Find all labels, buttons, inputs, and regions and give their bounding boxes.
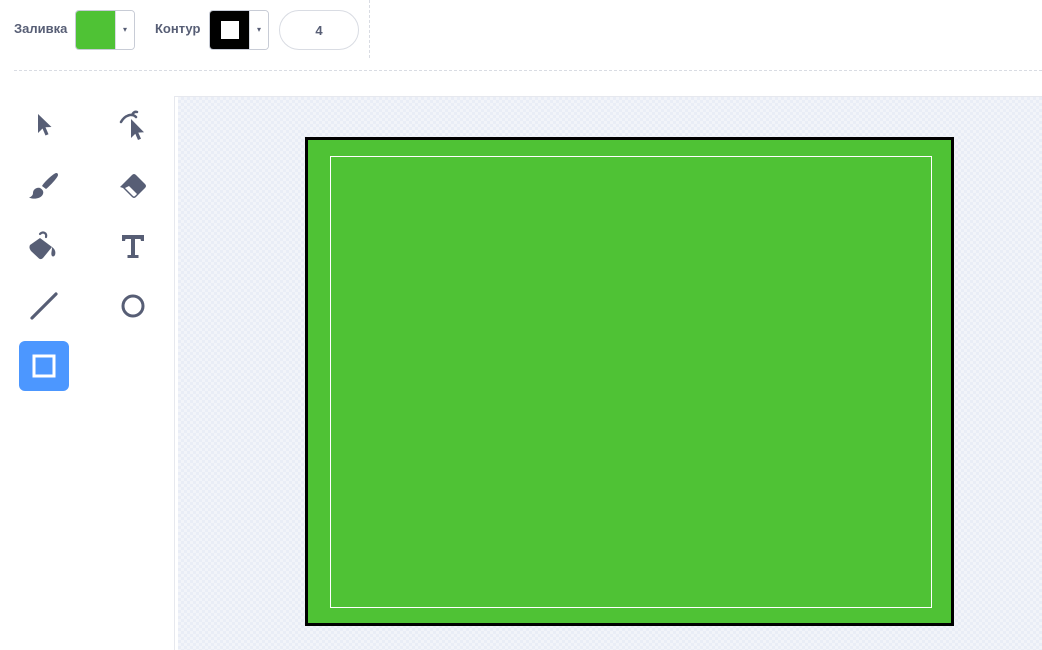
tool-eraser-button[interactable] (108, 161, 158, 211)
tool-brush-button[interactable] (19, 161, 69, 211)
toolbar-bottom-divider (14, 70, 1042, 71)
paint-bucket-icon (29, 231, 56, 260)
outline-dropdown-arrow-icon[interactable]: ▾ (249, 11, 268, 49)
outline-swatch-inner (221, 21, 239, 39)
rectangle-shape[interactable] (305, 137, 954, 626)
selection-guide-outline (330, 156, 932, 608)
fill-color-swatch[interactable] (76, 11, 115, 49)
tool-text-button[interactable] (108, 221, 158, 271)
arrow-pointer-icon (38, 114, 52, 136)
tool-reshape-button[interactable] (108, 100, 158, 150)
line-icon (30, 292, 58, 320)
paint-toolbar: Заливка ▾ Контур ▾ (0, 0, 1042, 60)
outline-width-input[interactable] (279, 10, 359, 50)
rectangle-icon (32, 354, 56, 378)
eraser-icon (120, 174, 146, 198)
tool-circle-button[interactable] (108, 281, 158, 331)
text-t-icon (122, 235, 144, 258)
toolbar-divider (369, 0, 370, 58)
outline-label: Контур (155, 21, 201, 36)
drawing-canvas[interactable] (174, 96, 1042, 650)
outline-color-swatch[interactable] (210, 11, 249, 49)
fill-dropdown-arrow-icon[interactable]: ▾ (115, 11, 134, 49)
tool-select-button[interactable] (19, 100, 69, 150)
reshape-pointer-icon (119, 110, 144, 140)
fill-label: Заливка (14, 21, 68, 36)
circle-icon (121, 294, 145, 318)
fill-color-picker[interactable]: ▾ (75, 10, 135, 50)
tool-rectangle-button[interactable] (19, 341, 69, 391)
tool-line-button[interactable] (19, 281, 69, 331)
brush-icon (29, 172, 58, 199)
outline-color-picker[interactable]: ▾ (209, 10, 269, 50)
tool-fill-button[interactable] (19, 221, 69, 271)
